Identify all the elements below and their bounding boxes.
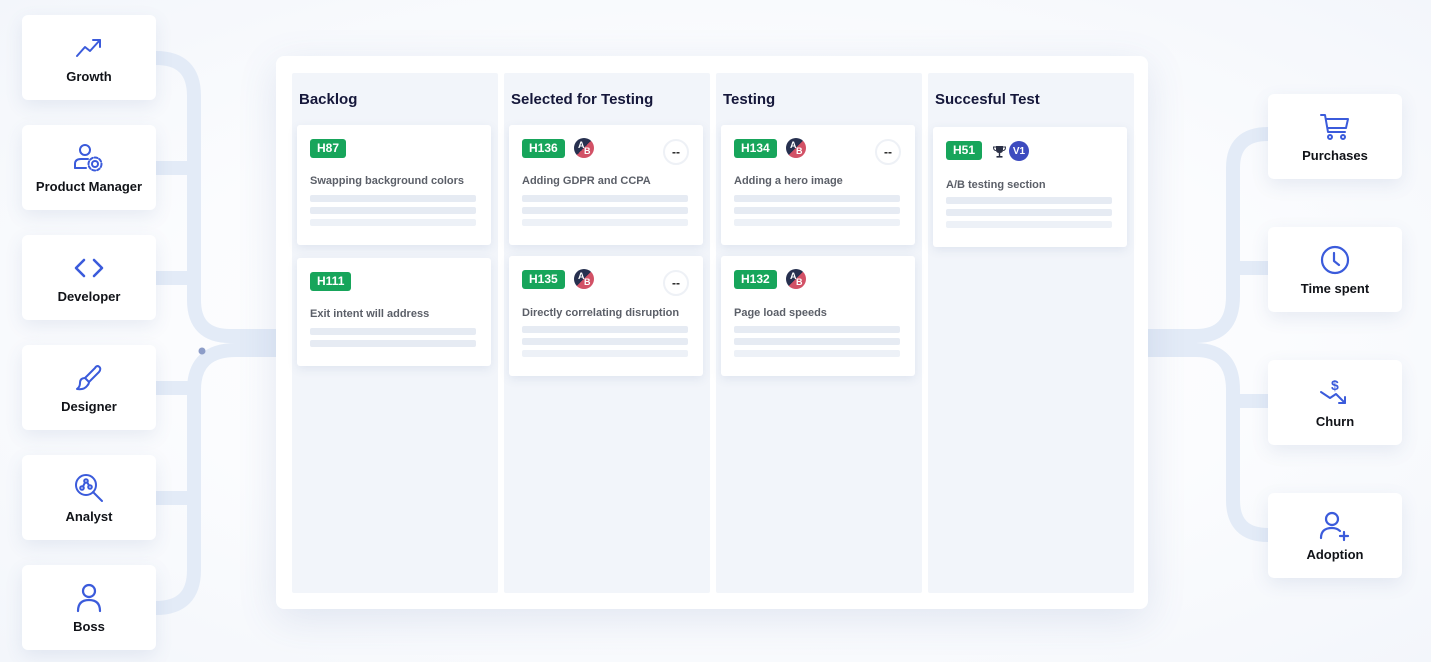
card-h111[interactable]: H111 Exit intent will address bbox=[297, 258, 491, 366]
card-id-badge: H134 bbox=[734, 139, 777, 158]
score-indicator: -- bbox=[875, 139, 901, 165]
placeholder-line bbox=[946, 209, 1112, 216]
role-label: Developer bbox=[57, 289, 121, 304]
placeholder-line bbox=[734, 326, 900, 333]
user-gear-icon bbox=[72, 141, 106, 175]
card-h87[interactable]: H87 Swapping background colors bbox=[297, 125, 491, 245]
role-card-designer[interactable]: Designer bbox=[22, 345, 156, 430]
role-card-analyst[interactable]: Analyst bbox=[22, 455, 156, 540]
metric-label: Purchases bbox=[1302, 148, 1368, 163]
ab-test-avatar: AB bbox=[574, 269, 594, 289]
metric-card-churn[interactable]: $ Churn bbox=[1268, 360, 1402, 445]
card-id-badge: H51 bbox=[946, 141, 983, 160]
dollar-down-icon: $ bbox=[1318, 376, 1352, 410]
card-h135[interactable]: H135 AB -- Directly correlating disrupti… bbox=[509, 256, 703, 376]
card-id-badge: H135 bbox=[522, 270, 565, 289]
placeholder-line bbox=[734, 338, 900, 345]
role-card-growth[interactable]: Growth bbox=[22, 15, 156, 100]
metric-label: Adoption bbox=[1306, 547, 1364, 562]
card-title: Adding a hero image bbox=[734, 175, 843, 187]
brush-icon bbox=[72, 361, 106, 395]
placeholder-line bbox=[310, 195, 476, 202]
role-card-product-manager[interactable]: Product Manager bbox=[22, 125, 156, 210]
card-title: A/B testing section bbox=[946, 179, 1046, 191]
column-title: Selected for Testing bbox=[511, 91, 654, 108]
metric-label: Churn bbox=[1315, 414, 1355, 429]
trending-up-icon bbox=[72, 31, 106, 65]
card-title: Adding GDPR and CCPA bbox=[522, 175, 651, 187]
column-selected-for-testing: Selected for Testing H136 AB -- Adding G… bbox=[504, 73, 710, 593]
junction-dot bbox=[198, 347, 206, 355]
placeholder-line bbox=[946, 221, 1112, 228]
role-label: Designer bbox=[61, 399, 117, 414]
placeholder-line bbox=[734, 207, 900, 214]
card-id-badge: H136 bbox=[522, 139, 565, 158]
metric-card-purchases[interactable]: Purchases bbox=[1268, 94, 1402, 179]
role-label: Growth bbox=[66, 69, 112, 84]
trophy-icon bbox=[992, 145, 1007, 163]
metric-card-adoption[interactable]: Adoption bbox=[1268, 493, 1402, 578]
score-indicator: -- bbox=[663, 270, 689, 296]
column-title: Backlog bbox=[299, 91, 358, 108]
card-h136[interactable]: H136 AB -- Adding GDPR and CCPA bbox=[509, 125, 703, 245]
score-indicator: -- bbox=[663, 139, 689, 165]
role-card-boss[interactable]: Boss bbox=[22, 565, 156, 650]
placeholder-line bbox=[734, 219, 900, 226]
card-title: Directly correlating disruption bbox=[522, 307, 680, 319]
column-title: Succesful Test bbox=[935, 91, 1040, 108]
role-label: Analyst bbox=[65, 509, 113, 524]
user-plus-icon bbox=[1318, 509, 1352, 543]
role-card-developer[interactable]: Developer bbox=[22, 235, 156, 320]
card-h51[interactable]: H51 V1 A/B testing section bbox=[933, 127, 1127, 247]
placeholder-line bbox=[522, 219, 688, 226]
analysis-search-icon bbox=[72, 471, 106, 505]
placeholder-line bbox=[310, 340, 476, 347]
placeholder-line bbox=[734, 195, 900, 202]
placeholder-line bbox=[734, 350, 900, 357]
card-id-badge: H132 bbox=[734, 270, 777, 289]
placeholder-line bbox=[522, 338, 688, 345]
card-h134[interactable]: H134 AB -- Adding a hero image bbox=[721, 125, 915, 245]
ab-test-avatar: AB bbox=[786, 269, 806, 289]
clock-icon bbox=[1318, 243, 1352, 277]
card-h132[interactable]: H132 AB Page load speeds bbox=[721, 256, 915, 376]
placeholder-line bbox=[522, 195, 688, 202]
connector-left-upper bbox=[149, 51, 283, 343]
placeholder-line bbox=[310, 219, 476, 226]
placeholder-line bbox=[310, 207, 476, 214]
role-label: Boss bbox=[73, 619, 105, 634]
user-icon bbox=[72, 581, 106, 615]
code-brackets-icon bbox=[72, 251, 106, 285]
metric-label: Time spent bbox=[1300, 281, 1370, 296]
kanban-board: Backlog H87 Swapping background colors H… bbox=[276, 56, 1148, 609]
ab-test-avatar: AB bbox=[786, 138, 806, 158]
placeholder-line bbox=[522, 207, 688, 214]
placeholder-line bbox=[522, 350, 688, 357]
cart-icon bbox=[1318, 110, 1352, 144]
placeholder-line bbox=[310, 328, 476, 335]
column-succesful-test: Succesful Test H51 V1 A/B testing sectio… bbox=[928, 73, 1134, 593]
card-id-badge: H87 bbox=[310, 139, 347, 158]
connector-right-lower bbox=[1141, 343, 1275, 542]
placeholder-line bbox=[946, 197, 1112, 204]
role-label: Product Manager bbox=[35, 179, 143, 194]
card-title: Page load speeds bbox=[734, 307, 827, 319]
ab-test-avatar: AB bbox=[574, 138, 594, 158]
winner-variant-badge: V1 bbox=[1009, 141, 1029, 161]
column-backlog: Backlog H87 Swapping background colors H… bbox=[292, 73, 498, 593]
column-testing: Testing H134 AB -- Adding a hero image H… bbox=[716, 73, 922, 593]
svg-text:$: $ bbox=[1331, 377, 1339, 393]
card-title: Swapping background colors bbox=[310, 175, 465, 187]
card-id-badge: H111 bbox=[310, 272, 352, 291]
placeholder-line bbox=[522, 326, 688, 333]
column-title: Testing bbox=[723, 91, 776, 108]
connector-right-upper bbox=[1141, 127, 1275, 343]
metric-card-time-spent[interactable]: Time spent bbox=[1268, 227, 1402, 312]
card-title: Exit intent will address bbox=[310, 308, 430, 320]
